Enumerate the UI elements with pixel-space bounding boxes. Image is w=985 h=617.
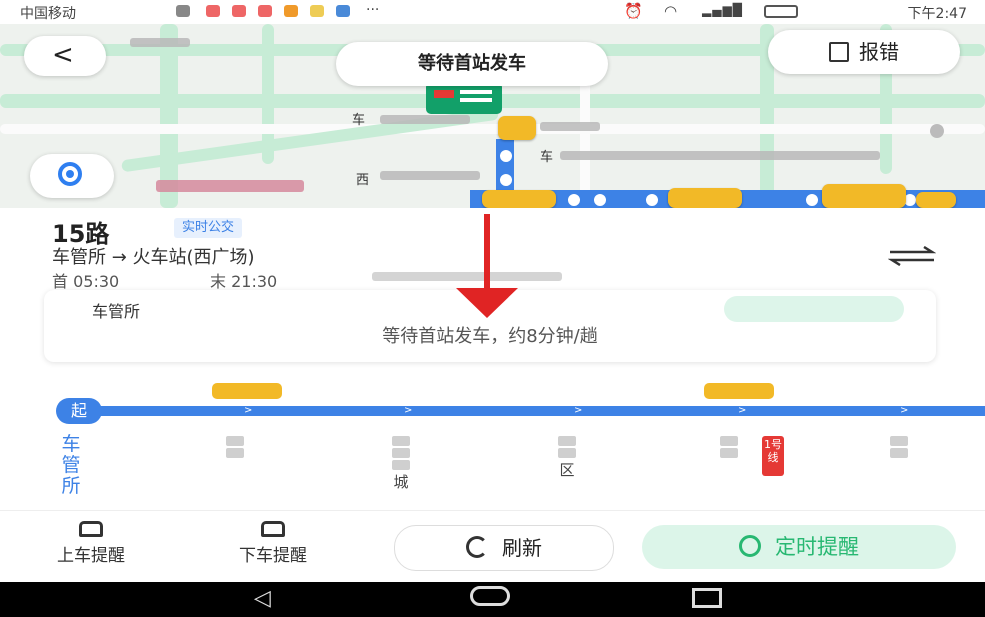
- refresh-icon: [466, 536, 488, 558]
- map-view[interactable]: 车 西 车 称 < 等待首站发车 报错: [0, 24, 985, 208]
- metro-line-badge: 1号线: [762, 436, 784, 476]
- app-notification-icon: [284, 5, 298, 17]
- card-stop-name: 车管所: [92, 302, 141, 321]
- map-label: 车: [352, 113, 366, 128]
- map-status-bubble: 等待首站发车: [336, 42, 608, 86]
- stop-marker[interactable]: [592, 192, 608, 208]
- stop-marker[interactable]: [498, 148, 514, 164]
- edit-icon: [829, 42, 849, 62]
- station-marker-icon[interactable]: [426, 82, 502, 114]
- timed-alert-button[interactable]: 定时提醒: [642, 525, 956, 569]
- alight-alert-button[interactable]: 下车提醒: [202, 521, 344, 566]
- back-button[interactable]: <: [24, 36, 106, 76]
- nav-recent-icon[interactable]: [692, 588, 722, 608]
- stop-marker[interactable]: [566, 192, 582, 208]
- strip-stop[interactable]: 区: [552, 434, 582, 480]
- map-label: 西: [356, 173, 370, 188]
- stop-marker[interactable]: [498, 172, 514, 188]
- start-badge: 起: [56, 398, 102, 424]
- direction-arrow-icon: >: [244, 405, 253, 416]
- direction-arrow-icon: >: [574, 405, 583, 416]
- bus-icon[interactable]: [822, 184, 906, 208]
- timed-alert-label: 定时提醒: [775, 535, 859, 559]
- direction-arrow-icon: >: [738, 405, 747, 416]
- card-action-pill[interactable]: [724, 296, 904, 322]
- stop-marker[interactable]: [644, 192, 660, 208]
- poi-icon[interactable]: [930, 124, 944, 138]
- annotation-arrow: [484, 214, 490, 294]
- alight-alert-label: 下车提醒: [239, 546, 307, 566]
- board-alert-label: 上车提醒: [57, 546, 125, 566]
- bus-icon[interactable]: [668, 188, 742, 208]
- strip-stop[interactable]: [220, 434, 250, 460]
- bus-icon[interactable]: [482, 190, 556, 208]
- strip-stop[interactable]: 城: [386, 434, 416, 492]
- bus-icon[interactable]: [212, 383, 282, 399]
- signal-icon: ▂▄▆█: [702, 3, 743, 17]
- refresh-label: 刷新: [502, 536, 542, 560]
- direction-arrow-icon: >: [404, 405, 413, 416]
- stop-name-fragment: 城: [393, 473, 409, 491]
- app-notification-icon: [232, 5, 246, 17]
- action-bar: 上车提醒 下车提醒 刷新 定时提醒: [0, 510, 985, 583]
- app-notification-icon: [336, 5, 350, 17]
- strip-stop-first[interactable]: 车管所: [58, 434, 84, 497]
- realtime-badge: 实时公交: [174, 218, 243, 238]
- route-strip: [60, 406, 985, 416]
- app-notification-icon: [310, 5, 324, 17]
- route-direction: 车管所 → 火车站(西广场): [52, 247, 255, 268]
- last-bus-time: 末 21:30: [210, 272, 278, 291]
- clock: 下午2:47: [907, 6, 967, 22]
- carrier-name: 中国移动: [20, 6, 76, 22]
- bus-alert-icon: [261, 521, 285, 537]
- stop-name-fragment: 区: [559, 461, 575, 479]
- report-error-label: 报错: [859, 40, 899, 64]
- nav-home-icon[interactable]: [470, 586, 510, 606]
- bus-icon[interactable]: [498, 116, 536, 140]
- locate-button[interactable]: [30, 154, 114, 198]
- annotation-arrow-head: [456, 288, 518, 318]
- strip-stop[interactable]: [884, 434, 914, 460]
- stop-marker[interactable]: [804, 192, 820, 208]
- status-bar: 中国移动 ··· ⏰ ◠ ▂▄▆█ 下午2:47: [0, 0, 985, 24]
- wifi-icon: ◠: [664, 2, 678, 20]
- bus-icon[interactable]: [916, 192, 956, 208]
- first-bus-time: 首 05:30: [52, 272, 120, 291]
- bus-icon[interactable]: [704, 383, 774, 399]
- board-alert-button[interactable]: 上车提醒: [20, 521, 162, 566]
- alarm-icon: ⏰: [624, 2, 643, 20]
- app-notification-icon: [258, 5, 272, 17]
- notification-icon: [176, 5, 190, 17]
- nav-back-icon[interactable]: ◁: [254, 588, 271, 610]
- wait-message: 等待首站发车，约8分钟/趟: [382, 326, 598, 347]
- strip-stop[interactable]: [714, 434, 744, 460]
- bus-alert-icon: [79, 521, 103, 537]
- battery-icon: [764, 5, 798, 18]
- alarm-clock-icon: [739, 535, 761, 557]
- report-error-button[interactable]: 报错: [768, 30, 960, 74]
- direction-arrow-icon: >: [900, 405, 909, 416]
- more-notifications-icon: ···: [366, 2, 380, 18]
- map-label: 车: [540, 150, 554, 165]
- system-nav-bar: ◁: [0, 582, 985, 617]
- swap-direction-icon[interactable]: [888, 246, 936, 266]
- refresh-button[interactable]: 刷新: [394, 525, 614, 571]
- app-notification-icon: [206, 5, 220, 17]
